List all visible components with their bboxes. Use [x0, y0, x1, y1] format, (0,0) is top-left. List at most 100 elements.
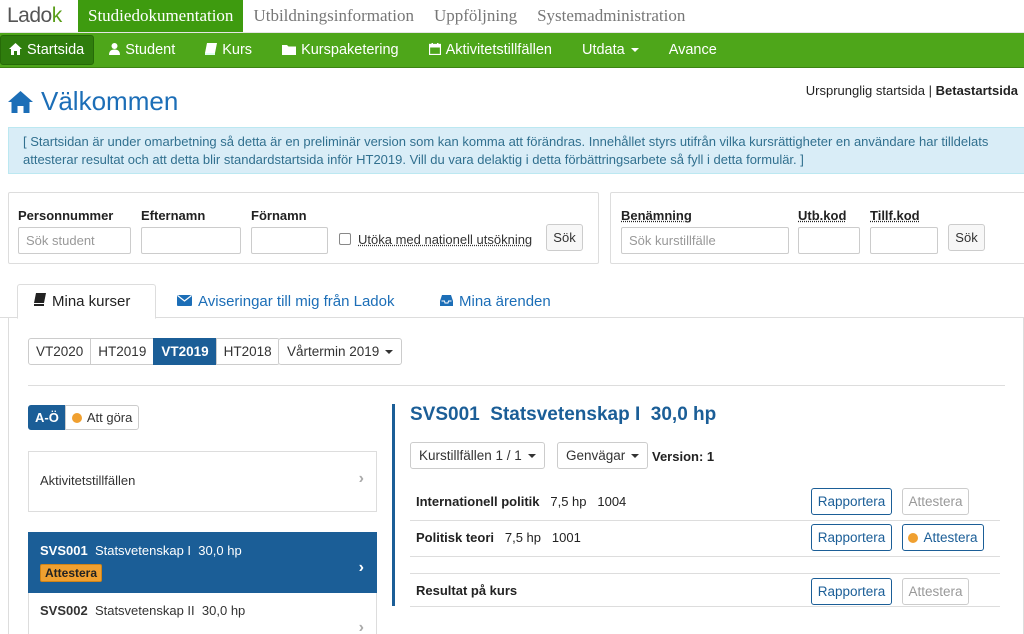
tillfkod-input[interactable]	[870, 227, 938, 254]
course-item-svs001[interactable]: SVS001 Statsvetenskap I 30,0 hp Attester…	[28, 532, 377, 593]
nav-startsida-label: Startsida	[27, 42, 85, 58]
topnav-studiedokumentation[interactable]: Studiedokumentation	[78, 0, 244, 32]
caret-down-icon	[385, 349, 394, 354]
personnummer-label: Personnummer	[18, 208, 114, 223]
original-startpage-link[interactable]: Ursprunglig startsida	[806, 83, 925, 98]
chevron-right-icon: ›	[358, 619, 364, 634]
tab-bar: Mina kurser Aviseringar till mig från La…	[0, 284, 1024, 319]
caret-down-icon	[527, 453, 536, 458]
activities-item[interactable]: Aktivitetstillfällen ›	[28, 451, 377, 512]
nav-student[interactable]: Student	[94, 33, 190, 67]
benamning-label: Benämning	[621, 208, 692, 223]
nav-kurs[interactable]: Kurs	[190, 33, 267, 67]
attestera-label: Attestera	[923, 530, 978, 545]
page-title: Välkommen	[8, 86, 178, 117]
nav-utdata[interactable]: Utdata	[567, 33, 654, 67]
topnav-systemadministration[interactable]: Systemadministration	[527, 0, 695, 32]
top-bar: Ladok Studiedokumentation Utbildningsinf…	[0, 0, 1024, 33]
rapportera-button[interactable]: Rapportera	[811, 578, 892, 605]
efternamn-input[interactable]	[141, 227, 241, 254]
status-dot-icon	[71, 412, 82, 423]
course-detail-title: SVS001 Statsvetenskap I 30,0 hp	[410, 404, 717, 425]
course-item-svs002[interactable]: SVS002 Statsvetenskap II 30,0 hp ›	[28, 593, 377, 634]
nav-startsida[interactable]: Startsida	[0, 35, 95, 65]
tab-mina-arenden[interactable]: Mina ärenden	[424, 284, 567, 318]
envelope-icon	[177, 293, 192, 310]
period-dropdown[interactable]: Vårtermin 2019	[278, 338, 403, 365]
page-title-text: Välkommen	[41, 86, 179, 116]
personnummer-input[interactable]: Sök student	[18, 227, 131, 254]
beta-startpage-link[interactable]: Betastartsida	[936, 83, 1018, 98]
nav-avance-label: Avance	[668, 42, 717, 58]
utbkod-input[interactable]	[798, 227, 860, 254]
nav-kurspaketering[interactable]: Kurspaketering	[267, 33, 414, 67]
topnav-uppfoljning[interactable]: Uppföljning	[424, 0, 527, 32]
tab-mina-kurser[interactable]: Mina kurser	[17, 284, 156, 319]
attestera-button[interactable]: Attestera	[902, 524, 984, 551]
ladok-logo[interactable]: Ladok	[0, 0, 78, 32]
nav-aktivitetstillfallen[interactable]: Aktivitetstillfällen	[414, 33, 567, 67]
sort-toggle: A-Ö Att göra	[28, 405, 140, 430]
kurstillfallen-dropdown[interactable]: Kurstillfällen 1 / 1	[410, 442, 545, 469]
course-credits: 30,0 hp	[201, 603, 246, 618]
module-row: Politisk teori 7,5 hp 1001 Rapportera At…	[410, 521, 1000, 557]
course-credits: 30,0 hp	[198, 543, 242, 558]
term-vt2020[interactable]: VT2020	[28, 338, 92, 365]
national-search-checkbox[interactable]	[339, 233, 351, 245]
student-search-panel: Personnummer Sök student Efternamn Förna…	[8, 192, 599, 264]
sort-alpha-button[interactable]: A-Ö	[28, 405, 66, 430]
attestera-button[interactable]: Attestera	[902, 488, 969, 515]
module-name: Internationell politik	[416, 494, 540, 509]
tab-aviseringar-label: Aviseringar till mig från Ladok	[198, 292, 395, 310]
rapportera-button[interactable]: Rapportera	[811, 488, 892, 515]
tab-mina-arenden-label: Mina ärenden	[459, 292, 551, 310]
term-ht2018[interactable]: HT2018	[215, 338, 280, 365]
top-nav: Studiedokumentation Utbildningsinformati…	[78, 0, 695, 32]
fornamn-label: Förnamn	[251, 208, 307, 223]
term-ht2019[interactable]: HT2019	[90, 338, 155, 365]
home-icon	[9, 42, 22, 58]
course-name: Statsvetenskap II	[94, 603, 195, 618]
efternamn-label: Efternamn	[141, 208, 206, 223]
genvagar-label: Genvägar	[566, 448, 626, 463]
topnav-utbildningsinformation[interactable]: Utbildningsinformation	[243, 0, 424, 32]
tab-mina-kurser-label: Mina kurser	[52, 293, 131, 310]
chevron-right-icon: ›	[358, 470, 364, 487]
startpage-switch: Ursprunglig startsida | Betastartsida	[806, 83, 1018, 98]
kurstillfallen-label: Kurstillfällen 1 / 1	[419, 448, 522, 463]
nav-avance[interactable]: Avance	[654, 33, 732, 67]
result-row: Resultat på kurs Rapportera Attestera	[410, 573, 1000, 607]
home-icon	[8, 90, 33, 113]
nav-aktivitetstillfallen-label: Aktivitetstillfällen	[445, 42, 552, 58]
rapportera-button[interactable]: Rapportera	[811, 524, 892, 551]
book-icon	[205, 42, 218, 58]
sort-todo-button[interactable]: Att göra	[64, 405, 140, 430]
tab-aviseringar[interactable]: Aviseringar till mig från Ladok	[161, 284, 410, 318]
module-name: Politisk teori	[416, 530, 495, 545]
calendar-icon	[428, 42, 441, 58]
term-selector: VT2020 HT2019 VT2019 HT2018	[28, 338, 280, 365]
result-name: Resultat på kurs	[416, 583, 518, 598]
caret-down-icon	[630, 48, 639, 52]
activities-label: Aktivitetstillfällen	[40, 473, 136, 488]
tillfkod-label: Tillf.kod	[870, 208, 920, 223]
national-search-label[interactable]: Utöka med nationell utsökning	[358, 232, 532, 247]
divider	[28, 385, 1005, 386]
module-row: Internationell politik 7,5 hp 1004 Rappo…	[410, 484, 1000, 521]
benamning-input[interactable]: Sök kurstillfälle	[621, 227, 789, 254]
status-badge: Attestera	[40, 564, 103, 582]
module-credits: 7,5 hp	[550, 494, 587, 509]
course-code: SVS002	[40, 603, 88, 618]
detail-accent-bar	[392, 404, 395, 606]
genvagar-dropdown[interactable]: Genvägar	[557, 442, 649, 469]
user-icon	[109, 42, 121, 58]
module-code: 1004	[597, 494, 627, 509]
course-search-button[interactable]: Sök	[948, 224, 985, 251]
caret-down-icon	[631, 453, 640, 458]
student-search-button[interactable]: Sök	[546, 224, 583, 251]
fornamn-input[interactable]	[251, 227, 328, 254]
attestera-button[interactable]: Attestera	[902, 578, 969, 605]
term-vt2019[interactable]: VT2019	[153, 338, 217, 365]
logo-text: Ladok	[7, 4, 62, 27]
status-dot-icon	[908, 532, 919, 543]
